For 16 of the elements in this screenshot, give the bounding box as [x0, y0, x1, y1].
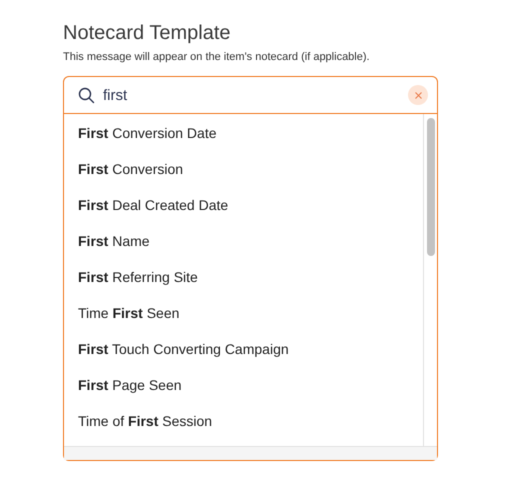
scrollbar-thumb[interactable]: [426, 118, 434, 256]
option-item[interactable]: Time First Seen: [64, 295, 423, 331]
option-item[interactable]: First Conversion Date: [64, 115, 423, 151]
option-item[interactable]: First Name: [64, 223, 423, 259]
clear-button[interactable]: [408, 85, 428, 105]
option-item[interactable]: First Touch Converting Campaign: [64, 331, 423, 367]
option-item[interactable]: First Conversion: [64, 151, 423, 187]
option-item[interactable]: First Deal Created Date: [64, 187, 423, 223]
search-field[interactable]: first: [103, 86, 400, 104]
section-title: Notecard Template: [63, 21, 232, 46]
close-icon: [414, 92, 422, 98]
option-item[interactable]: First Page Seen: [64, 367, 423, 403]
search-icon: [78, 86, 95, 104]
option-item[interactable]: Time of First Session: [64, 403, 423, 439]
description-text: This message will appear on the item's notecard (if applicable).: [63, 50, 371, 64]
option-item[interactable]: First Referring Site: [64, 259, 423, 295]
